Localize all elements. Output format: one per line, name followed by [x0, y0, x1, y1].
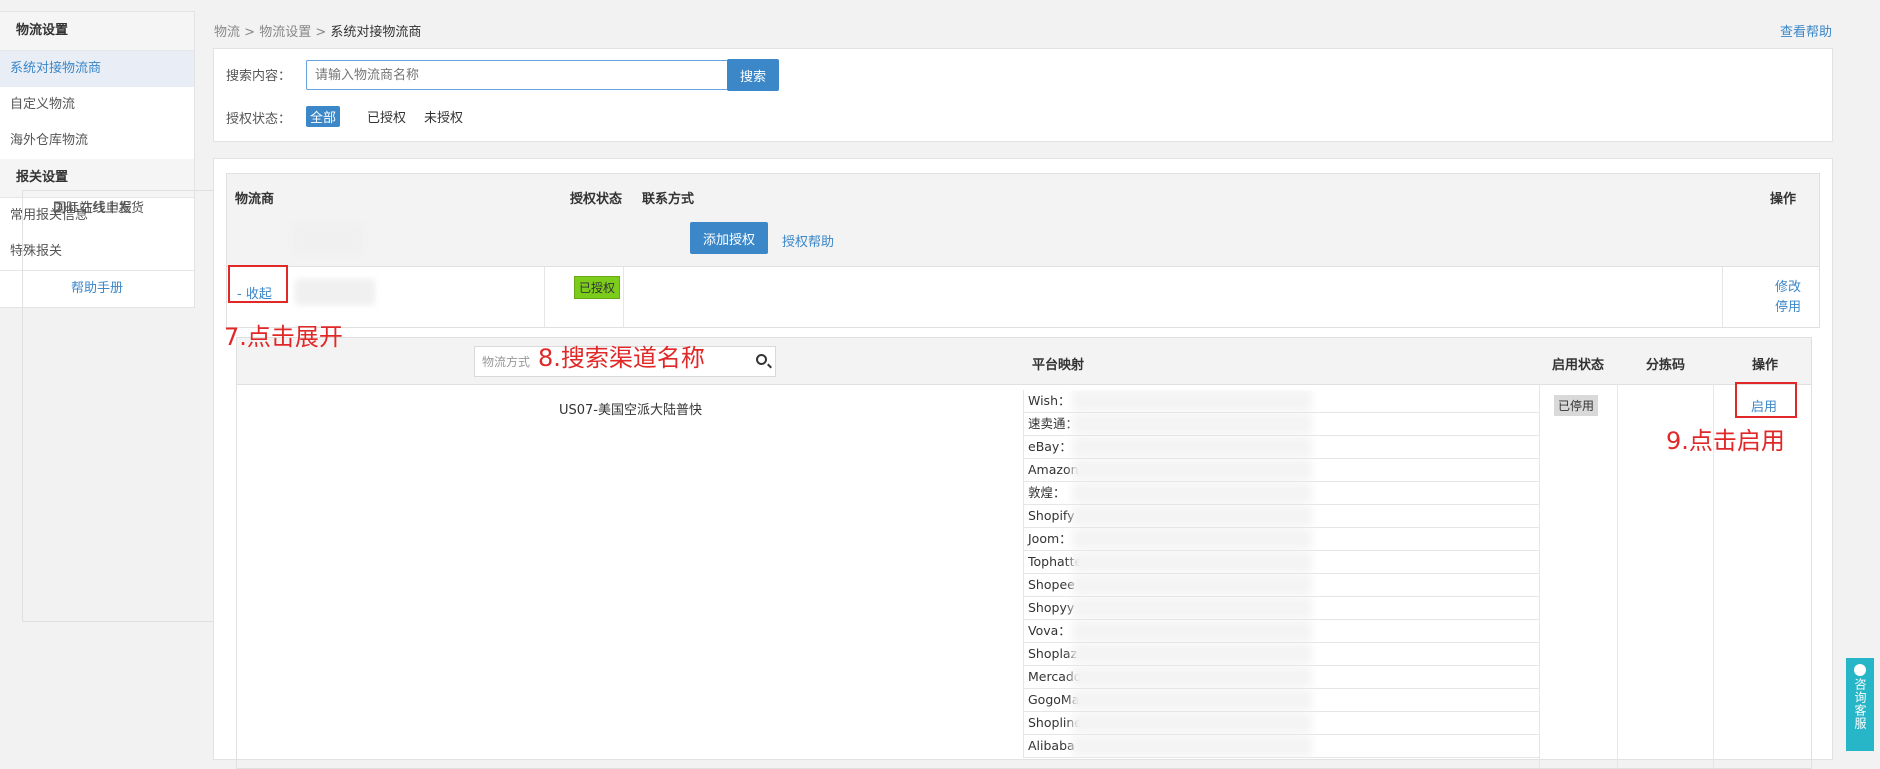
col-platform-mapping: 平台映射 [1032, 358, 1085, 373]
col-contact: 联系方式 [642, 192, 695, 207]
col-auth-status: 授权状态 [570, 192, 623, 207]
col-provider: 物流商 [235, 192, 275, 207]
mapping-row[interactable]: GogoMa [1023, 689, 1539, 712]
search-button[interactable]: 搜索 [727, 59, 779, 91]
channel-table-header: 物流方式 平台映射 启用状态 分拣码 操作 [237, 338, 1811, 385]
breadcrumb: 物流 > 物流设置 > 系统对接物流商 [214, 21, 421, 40]
breadcrumb-sep: > [315, 25, 327, 40]
platform-label: Shoplaz [1028, 646, 1078, 661]
sidebar-item-custom-logistics[interactable]: 自定义物流 [0, 87, 194, 123]
channel-search-placeholder: 物流方式 [482, 355, 531, 369]
blurred-provider-name [295, 279, 375, 305]
provider-panel: 物流商 授权状态 联系方式 操作 添加授权 授权帮助 - 收起 已授权 修改 停… [213, 158, 1833, 769]
col-operation: 操作 [1770, 192, 1797, 207]
mapping-row[interactable]: Mercado [1023, 666, 1539, 689]
platform-label: Shopee [1028, 577, 1075, 592]
mapping-row[interactable]: eBay： [1023, 436, 1539, 459]
platform-label: Amazon [1028, 462, 1079, 477]
edit-link[interactable]: 修改 [1775, 276, 1801, 295]
customer-service-label: 咨询客服 [1853, 678, 1867, 730]
platform-label: Joom： [1028, 531, 1072, 546]
add-auth-row: 添加授权 授权帮助 [226, 216, 1820, 267]
annotation-box-enable [1735, 382, 1797, 418]
mapping-row[interactable]: Shopee [1023, 574, 1539, 597]
annotation-box-collapse [228, 265, 288, 303]
add-auth-button[interactable]: 添加授权 [690, 222, 768, 254]
mapping-row[interactable]: Joom： [1023, 528, 1539, 551]
auth-status-label: 授权状态： [226, 112, 292, 127]
platform-label: eBay： [1028, 439, 1072, 454]
auth-filter-unauthorized[interactable]: 未授权 [424, 107, 463, 126]
sidebar: 物流设置 系统对接物流商 自定义物流 海外仓库物流 报关设置 常用报关信息 特殊… [0, 11, 1628, 622]
mapping-row[interactable]: Shoplaz [1023, 643, 1539, 666]
sidebar-item-overseas-warehouse[interactable]: 海外仓库物流 [0, 123, 194, 159]
sidebar-group-logistics: 物流设置 [0, 12, 194, 51]
mapping-row[interactable]: Tophatte [1023, 551, 1539, 574]
annotation-step9: 9.点击启用 [1666, 427, 1785, 455]
channel-name: US07-美国空派大陆普快 [559, 403, 703, 418]
col-enable-status: 启用状态 [1552, 358, 1605, 373]
platform-label: 速卖通： [1028, 416, 1079, 431]
blurred-logo [293, 224, 363, 254]
breadcrumb-current: 系统对接物流商 [330, 25, 422, 40]
provider-row: - 收起 已授权 修改 停用 [226, 267, 1820, 328]
search-input[interactable] [306, 60, 730, 90]
mapping-row[interactable]: Alibaba [1023, 735, 1539, 758]
view-help-link[interactable]: 查看帮助 [1780, 21, 1832, 40]
mapping-row[interactable]: 速卖通： [1023, 413, 1539, 436]
platform-mapping-list: Wish： 速卖通： eBay： Amazon 敦煌： Shopify Joom… [1023, 390, 1539, 758]
sidebar-item-system-providers[interactable]: 系统对接物流商 [0, 51, 194, 87]
search-panel: 搜索内容： 搜索 授权状态： 全部 已授权 未授权 [213, 48, 1833, 142]
col-sort-code: 分拣码 [1646, 358, 1686, 373]
customer-service-button[interactable]: 咨询客服 [1846, 658, 1874, 751]
headset-icon [1854, 664, 1866, 676]
disabled-status-badge: 已停用 [1554, 395, 1599, 416]
disable-link[interactable]: 停用 [1775, 296, 1801, 315]
channel-table: 物流方式 平台映射 启用状态 分拣码 操作 US07-美国空派大陆普快 Wish… [236, 337, 1812, 769]
breadcrumb-sep: > [244, 25, 256, 40]
col-channel-operation: 操作 [1752, 358, 1779, 373]
mapping-row[interactable]: Vova： [1023, 620, 1539, 643]
annotation-step7: 7.点击展开 [224, 323, 343, 351]
platform-label: Shopyy [1028, 600, 1075, 615]
authorized-badge: 已授权 [574, 276, 621, 299]
platform-label: Vova： [1028, 623, 1071, 638]
breadcrumb-item[interactable]: 物流 [214, 25, 240, 40]
mapping-row[interactable]: Wish： [1023, 390, 1539, 413]
auth-filter-authorized[interactable]: 已授权 [367, 107, 406, 126]
platform-label: Shopify [1028, 508, 1075, 523]
auth-filter-all[interactable]: 全部 [306, 106, 341, 127]
mapping-row[interactable]: Shopify [1023, 505, 1539, 528]
search-label: 搜索内容： [226, 69, 292, 84]
mapping-row[interactable]: Shopyy [1023, 597, 1539, 620]
auth-help-link[interactable]: 授权帮助 [782, 231, 834, 250]
breadcrumb-item[interactable]: 物流设置 [259, 25, 311, 40]
platform-label: Wish： [1028, 393, 1071, 408]
mapping-row[interactable]: 敦煌： [1023, 482, 1539, 505]
provider-table-header: 物流商 授权状态 联系方式 操作 [226, 173, 1820, 217]
search-icon[interactable] [756, 354, 767, 365]
annotation-step8: 8.搜索渠道名称 [538, 344, 705, 372]
mapping-row[interactable]: Shopline [1023, 712, 1539, 735]
mapping-row[interactable]: Amazon [1023, 459, 1539, 482]
platform-label: 敦煌： [1028, 485, 1066, 500]
